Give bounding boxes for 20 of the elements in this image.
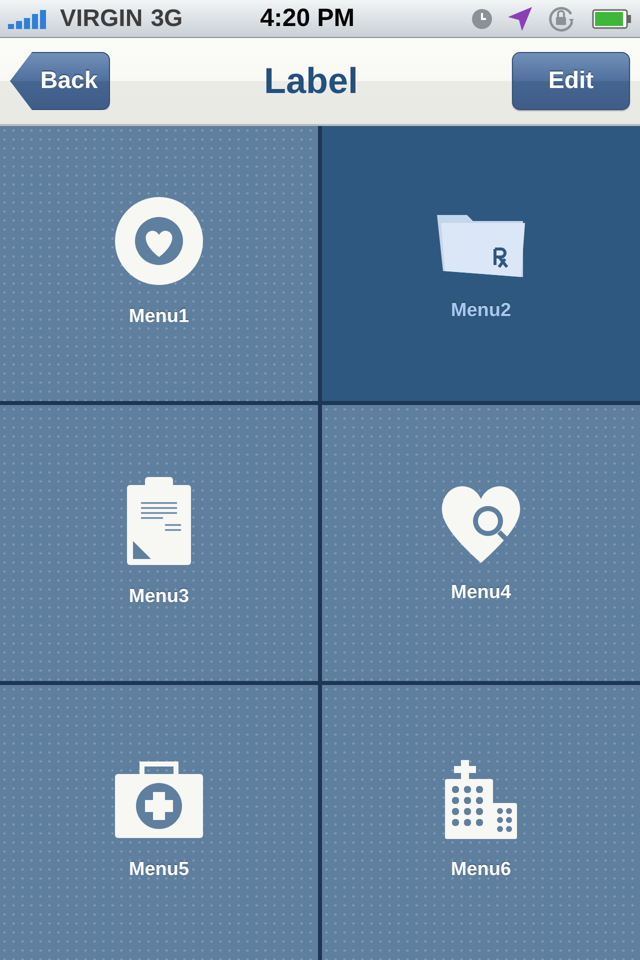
clock-icon bbox=[472, 8, 492, 28]
rotation-lock-icon bbox=[548, 6, 576, 32]
status-time: 4:20 PM bbox=[260, 2, 355, 34]
menu-tile[interactable]: Menu1 bbox=[0, 126, 318, 402]
location-arrow-icon bbox=[508, 6, 532, 30]
first-aid-kit-icon bbox=[114, 760, 204, 840]
heart-circle-icon bbox=[113, 195, 205, 288]
menu-tile[interactable]: Menu6 bbox=[322, 684, 640, 960]
battery-icon bbox=[592, 8, 632, 28]
back-button[interactable]: Back bbox=[10, 52, 110, 110]
edit-button[interactable]: Edit bbox=[512, 52, 630, 110]
menu-tile[interactable]: Menu5 bbox=[0, 684, 318, 960]
menu-tile[interactable]: Menu4 bbox=[322, 405, 640, 681]
nav-title: Label bbox=[264, 59, 358, 103]
menu-tile[interactable]: Menu2 bbox=[322, 126, 640, 402]
network-type: 3G bbox=[150, 4, 183, 34]
carrier-name: VIRGIN bbox=[60, 4, 143, 34]
menu-tile[interactable]: Menu3 bbox=[0, 405, 318, 681]
clipboard-icon bbox=[125, 474, 193, 567]
hospital-building-icon bbox=[443, 760, 519, 840]
